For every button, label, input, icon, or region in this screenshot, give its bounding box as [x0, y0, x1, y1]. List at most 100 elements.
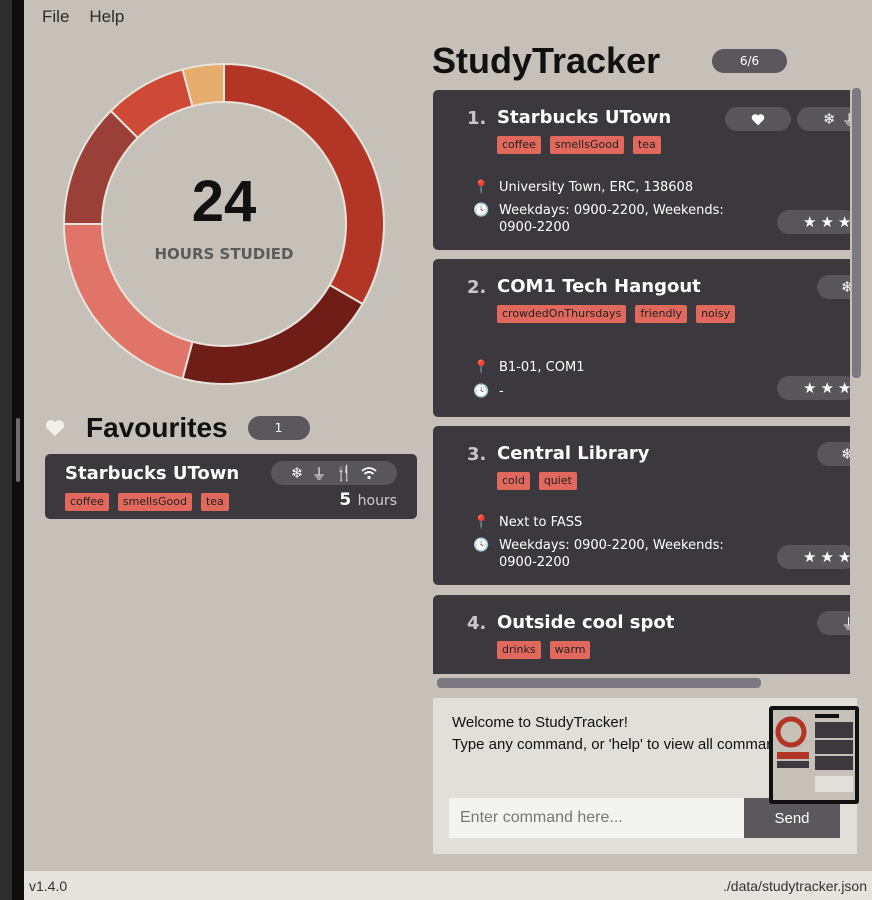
donut-center: 24 HOURS STUDIED [62, 62, 386, 386]
card-hours: 🕓 Weekdays: 0900-2200, Weekends: 0900-22… [473, 537, 729, 571]
card-tags: cold quiet [497, 472, 577, 490]
card-tags: coffee smellsGood tea [497, 136, 661, 154]
star-icon: ★ [820, 213, 834, 231]
version-label: v1.4.0 [29, 877, 68, 894]
rating-stars: ★ ★ ★ [777, 210, 850, 234]
star-icon: ★ [837, 379, 850, 397]
favourite-hours-unit: hours [357, 493, 397, 509]
favourite-tags: coffee smellsGood tea [65, 493, 229, 511]
favourite-hours-value: 5 [339, 490, 352, 510]
plug-icon: ⏚ [841, 110, 850, 129]
window-edge [0, 0, 12, 900]
app-title: StudyTracker [432, 40, 661, 81]
card-amenities: ❄ [817, 442, 850, 466]
thumbnail-preview [773, 710, 855, 800]
address-text: B1-01, COM1 [499, 360, 585, 375]
card-name: Central Library [497, 443, 650, 464]
tag: smellsGood [117, 493, 192, 511]
star-icon: ★ [803, 548, 817, 566]
vertical-scrollbar[interactable] [852, 88, 861, 378]
wifi-icon [361, 467, 377, 480]
resize-handle[interactable] [16, 418, 20, 482]
favourite-toggle[interactable] [725, 107, 791, 131]
location-pin-icon: 📍 [473, 360, 490, 375]
card-name: COM1 Tech Hangout [497, 276, 701, 297]
result-line-2: Type any command, or 'help' to view all … [452, 736, 791, 753]
heart-icon [751, 113, 765, 125]
tag: coffee [497, 136, 541, 154]
star-icon: ★ [820, 548, 834, 566]
rating-stars: ★ ★ ★ [777, 376, 850, 400]
card-amenities: ⏚ [817, 611, 850, 635]
address-text: Next to FASS [499, 515, 583, 530]
location-pin-icon: 📍 [473, 180, 490, 195]
utensils-icon: 🍴 [334, 464, 354, 482]
star-icon: ★ [803, 213, 817, 231]
card-address: 📍 University Town, ERC, 138608 [473, 179, 729, 196]
hours-text: Weekdays: 0900-2200, Weekends: 0900-2200 [499, 203, 724, 235]
clock-icon: 🕓 [473, 203, 490, 218]
favourites-header: Favourites 1 [44, 412, 310, 444]
tag: tea [632, 136, 661, 154]
tag: friendly [635, 305, 688, 323]
star-icon: ★ [820, 379, 834, 397]
menu-help[interactable]: Help [89, 7, 124, 27]
snowflake-icon: ❄ [823, 110, 836, 128]
tag: drinks [497, 641, 541, 659]
location-count: 6/6 [712, 49, 787, 73]
tag: noisy [696, 305, 736, 323]
menu-bar: File Help [24, 0, 124, 34]
address-text: University Town, ERC, 138608 [499, 180, 694, 195]
total-hours: 24 [191, 169, 257, 234]
favourites-title: Favourites [86, 412, 228, 443]
star-icon: ★ [837, 548, 850, 566]
card-name: Starbucks UTown [497, 107, 672, 128]
status-bar: v1.4.0 ./data/studytracker.json [24, 871, 872, 900]
star-icon: ★ [803, 379, 817, 397]
card-amenities: ❄ [817, 275, 850, 299]
tag: cold [497, 472, 530, 490]
card-index: 3. [467, 444, 487, 465]
result-line-1: Welcome to StudyTracker! [452, 714, 628, 731]
tag: tea [200, 493, 229, 511]
location-card[interactable]: 2. COM1 Tech Hangout ❄ crowdedOnThursday… [433, 259, 850, 417]
card-amenities: ❄ ⏚ [797, 107, 850, 131]
favourites-count: 1 [247, 416, 310, 440]
clock-icon: 🕓 [473, 384, 490, 399]
location-list[interactable]: 1. Starbucks UTown ❄ ⏚ coffee smellsGood… [432, 88, 850, 674]
card-address: 📍 B1-01, COM1 [473, 359, 729, 376]
card-tags: drinks warm [497, 641, 591, 659]
tag: warm [549, 641, 591, 659]
send-button[interactable]: Send [744, 798, 840, 838]
tag: coffee [65, 493, 109, 511]
card-name: Outside cool spot [497, 612, 675, 633]
favourite-card[interactable]: Starbucks UTown ❄ ⏚ 🍴 coffee smellsGood … [45, 454, 417, 519]
location-card[interactable]: 4. Outside cool spot ⏚ drinks warm [433, 595, 850, 674]
command-input[interactable] [449, 798, 745, 838]
tag: smellsGood [549, 136, 624, 154]
card-tags: crowdedOnThursdays friendly noisy [497, 305, 736, 323]
hours-text: - [499, 384, 504, 399]
tag: crowdedOnThursdays [497, 305, 627, 323]
plug-icon: ⏚ [841, 614, 850, 633]
location-card[interactable]: 1. Starbucks UTown ❄ ⏚ coffee smellsGood… [433, 90, 850, 250]
window-thumbnail[interactable] [769, 706, 859, 804]
menu-file[interactable]: File [42, 7, 69, 27]
data-path: ./data/studytracker.json [723, 877, 867, 894]
location-pin-icon: 📍 [473, 515, 490, 530]
card-index: 2. [467, 277, 487, 298]
horizontal-scrollbar[interactable] [437, 678, 761, 688]
heart-icon [45, 420, 65, 437]
thumbnail-image [775, 714, 853, 792]
favourite-name: Starbucks UTown [65, 463, 240, 484]
favourite-amenities: ❄ ⏚ 🍴 [271, 461, 397, 485]
clock-icon: 🕓 [473, 538, 490, 553]
card-index: 1. [467, 108, 487, 129]
card-hours: 🕓 - [473, 383, 729, 400]
card-address: 📍 Next to FASS [473, 514, 729, 531]
snowflake-icon: ❄ [290, 464, 304, 482]
location-card[interactable]: 3. Central Library ❄ cold quiet 📍 Next t… [433, 426, 850, 585]
plug-icon: ⏚ [311, 464, 327, 483]
card-index: 4. [467, 613, 487, 634]
star-icon: ★ [837, 213, 850, 231]
